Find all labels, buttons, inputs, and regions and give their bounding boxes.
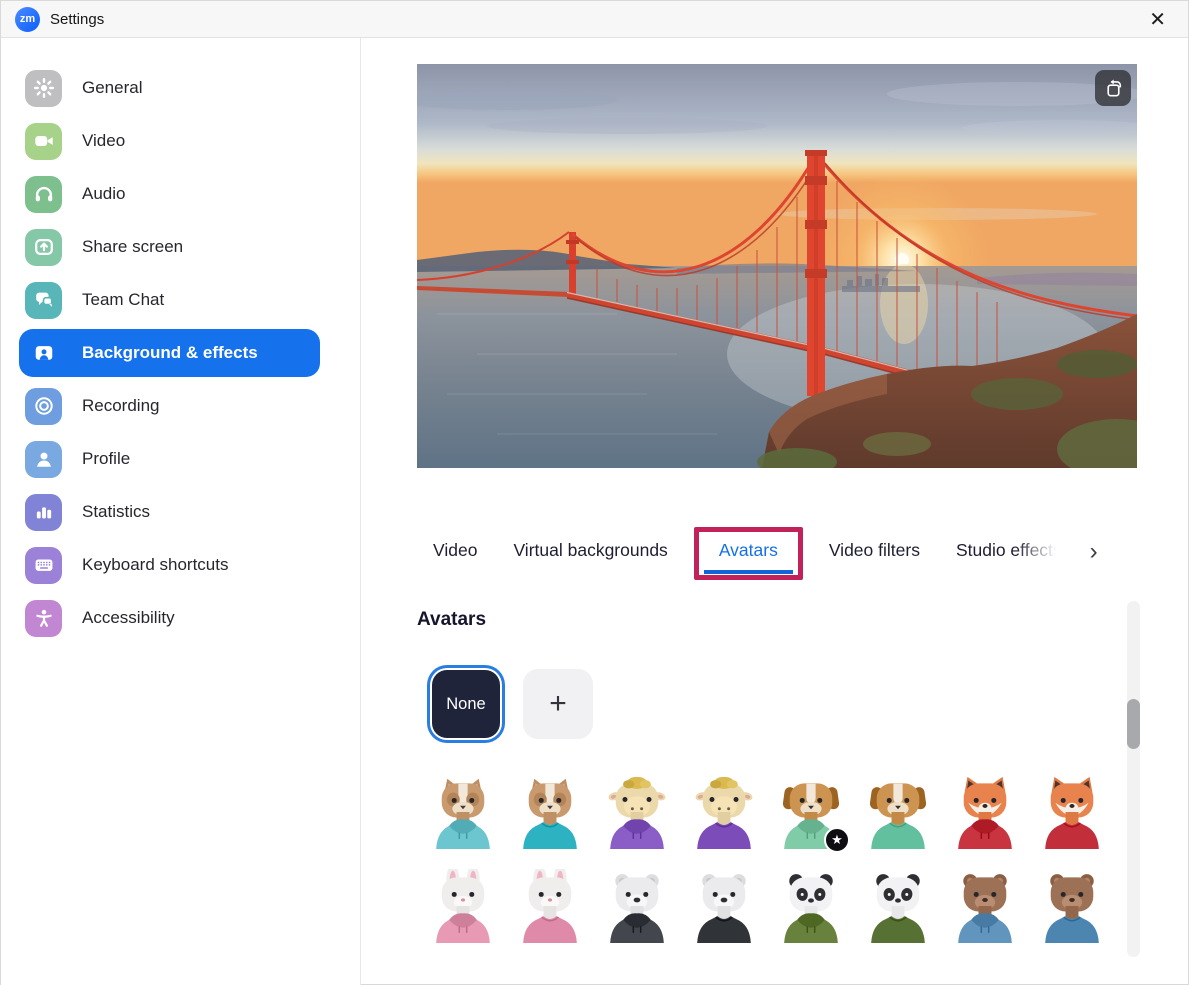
annotation-box xyxy=(694,527,803,580)
avatars-heading: Avatars xyxy=(417,609,1188,631)
avatar-figure xyxy=(1035,775,1109,849)
avatar-none-button[interactable]: None xyxy=(432,670,500,738)
avatar-rabbit-hoodie[interactable] xyxy=(426,869,500,949)
sidebar-item-label: Video xyxy=(82,131,125,151)
avatar-figure xyxy=(861,869,935,943)
avatar-cow-hoodie[interactable] xyxy=(600,775,674,855)
avatar-figure xyxy=(426,775,500,849)
avatar-figure xyxy=(513,869,587,943)
avatar-polarbear-hoodie[interactable] xyxy=(600,869,674,949)
avatar-fox-tshirt[interactable] xyxy=(1035,775,1109,855)
window-title: Settings xyxy=(50,11,104,28)
tab-virtual-backgrounds[interactable]: Virtual backgrounds xyxy=(513,540,667,574)
avatar-figure xyxy=(948,775,1022,849)
avatar-figure xyxy=(687,775,761,849)
avatar-figure xyxy=(1035,869,1109,943)
add-avatar-button[interactable]: + xyxy=(523,669,593,739)
tab-studio-effects[interactable]: Studio effects xyxy=(956,540,1062,574)
titlebar: zm Settings ✕ xyxy=(1,1,1188,38)
close-icon[interactable]: ✕ xyxy=(1141,7,1174,31)
avatar-figure xyxy=(600,869,674,943)
sidebar-item-label: Profile xyxy=(82,449,130,469)
sidebar-item-accessibility[interactable]: Accessibility xyxy=(19,594,320,642)
sidebar-item-keyboard-shortcuts[interactable]: Keyboard shortcuts xyxy=(19,541,320,589)
sidebar-item-label: Background & effects xyxy=(82,343,258,363)
avatar-panda-tshirt[interactable] xyxy=(861,869,935,949)
avatar-figure xyxy=(861,775,935,849)
person-icon xyxy=(25,441,62,478)
avatar-figure xyxy=(600,775,674,849)
sidebar-item-video[interactable]: Video xyxy=(19,117,320,165)
zoom-logo-icon: zm xyxy=(15,7,40,32)
bar-chart-icon xyxy=(25,494,62,531)
sidebar-item-label: Team Chat xyxy=(82,290,164,310)
avatar-fox-hoodie[interactable] xyxy=(948,775,1022,855)
accessibility-icon xyxy=(25,600,62,637)
sidebar-item-label: General xyxy=(82,78,142,98)
content-area: General Video Audio Share screen Team Chat Ba… xyxy=(1,38,1188,985)
preview-image xyxy=(417,64,1137,468)
avatar-figure xyxy=(948,869,1022,943)
avatar-polarbear-tshirt[interactable] xyxy=(687,869,761,949)
gear-icon xyxy=(25,70,62,107)
tab-video-filters[interactable]: Video filters xyxy=(829,540,920,574)
avatar-beagle-tshirt[interactable] xyxy=(861,775,935,855)
chat-icon xyxy=(25,282,62,319)
avatar-grid: ★ xyxy=(426,775,1188,949)
tabs-overflow-chevron-icon[interactable]: › xyxy=(1090,540,1098,574)
sidebar-item-statistics[interactable]: Statistics xyxy=(19,488,320,536)
rotate-icon[interactable] xyxy=(1095,70,1131,106)
headphones-icon xyxy=(25,176,62,213)
share-screen-icon xyxy=(25,229,62,266)
sidebar: General Video Audio Share screen Team Chat Ba… xyxy=(1,38,361,985)
sidebar-item-label: Statistics xyxy=(82,502,150,522)
avatar-figure xyxy=(513,775,587,849)
effects-tab-bar: Video Virtual backgrounds Avatars Video fil… xyxy=(433,540,1188,574)
keyboard-icon xyxy=(25,547,62,584)
person-frame-icon xyxy=(25,335,62,372)
avatar-panda-hoodie[interactable] xyxy=(774,869,848,949)
sidebar-item-share-screen[interactable]: Share screen xyxy=(19,223,320,271)
video-icon xyxy=(25,123,62,160)
sidebar-item-general[interactable]: General xyxy=(19,64,320,112)
sidebar-item-label: Recording xyxy=(82,396,160,416)
avatar-figure xyxy=(687,869,761,943)
avatar-figure xyxy=(774,869,848,943)
sidebar-item-background-effects[interactable]: Background & effects xyxy=(19,329,320,377)
sidebar-item-recording[interactable]: Recording xyxy=(19,382,320,430)
avatar-bear-hoodie[interactable] xyxy=(948,869,1022,949)
sidebar-item-label: Audio xyxy=(82,184,125,204)
scrollbar-thumb[interactable] xyxy=(1127,699,1140,749)
avatar-cow-tshirt[interactable] xyxy=(687,775,761,855)
avatar-rabbit-tshirt[interactable] xyxy=(513,869,587,949)
avatar-corgi-tshirt[interactable] xyxy=(513,775,587,855)
avatar-choices: None + xyxy=(427,665,1188,743)
avatar-corgi-hoodie[interactable] xyxy=(426,775,500,855)
avatar-beagle-hoodie[interactable]: ★ xyxy=(774,775,848,855)
sidebar-item-team-chat[interactable]: Team Chat xyxy=(19,276,320,324)
main-panel: Video Virtual backgrounds Avatars Video fil… xyxy=(361,38,1188,985)
scrollbar-track[interactable] xyxy=(1127,601,1140,957)
settings-window: zm Settings ✕ General Video Audio Share scr… xyxy=(0,0,1189,985)
background-preview xyxy=(417,64,1137,468)
sidebar-item-profile[interactable]: Profile xyxy=(19,435,320,483)
sidebar-item-label: Accessibility xyxy=(82,608,175,628)
tab-video[interactable]: Video xyxy=(433,540,477,574)
sidebar-item-label: Keyboard shortcuts xyxy=(82,555,228,575)
zoom-logo-text: zm xyxy=(20,13,35,25)
avatar-figure xyxy=(426,869,500,943)
sidebar-item-audio[interactable]: Audio xyxy=(19,170,320,218)
tab-avatars[interactable]: Avatars xyxy=(704,540,793,574)
sidebar-item-label: Share screen xyxy=(82,237,183,257)
record-icon xyxy=(25,388,62,425)
avatar-bear-tshirt[interactable] xyxy=(1035,869,1109,949)
star-badge-icon: ★ xyxy=(824,827,850,853)
